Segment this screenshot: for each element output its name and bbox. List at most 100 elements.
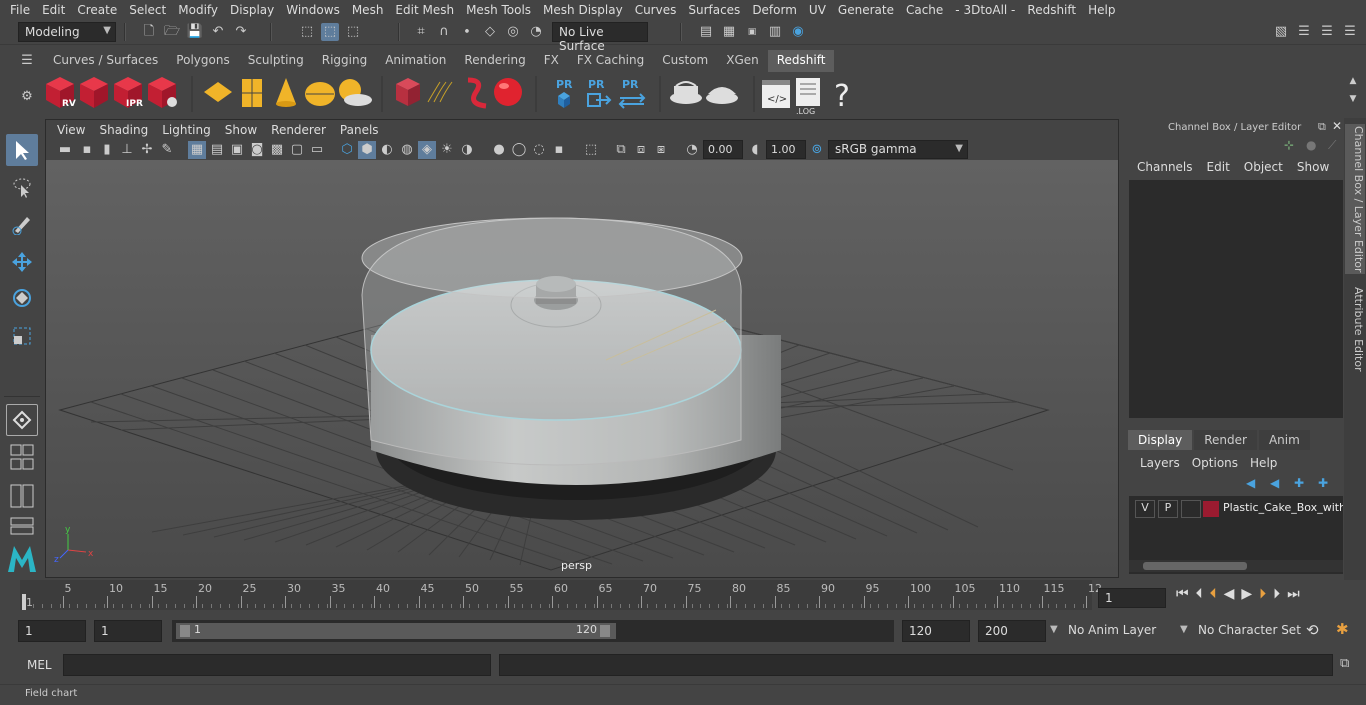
xray-components-icon[interactable]: ⧆	[652, 141, 670, 159]
channel-menu-edit[interactable]: Edit	[1200, 160, 1237, 174]
xray-joints-icon[interactable]: ⧈	[632, 141, 650, 159]
time-slider[interactable]: 1 5 10 15 20 25 30 35 40 45 50 55 60 65 70 75 80 85 90 95 10…	[0, 580, 1366, 616]
animation-preferences-icon[interactable]: ✱	[1336, 620, 1349, 638]
modeling-toolkit-icon[interactable]: ▧	[1272, 23, 1290, 41]
channel-menu-show[interactable]: Show	[1290, 160, 1336, 174]
help-question-icon[interactable]: ?	[834, 79, 850, 114]
panel-menu-shading[interactable]: Shading	[92, 123, 155, 137]
tab-channel-box[interactable]: Channel Box / Layer Editor	[1345, 124, 1365, 274]
chevron-down-icon[interactable]: ▼	[1050, 624, 1058, 635]
step-forward-frame-icon[interactable]: ⏵	[1259, 586, 1266, 602]
snap-grid-icon[interactable]: ⌗	[412, 23, 430, 41]
attribute-editor-toggle-icon[interactable]: ☰	[1295, 23, 1313, 41]
menu-windows[interactable]: Windows	[280, 3, 346, 17]
render-current-frame-icon[interactable]: ▦	[720, 23, 738, 41]
shelf-menu-icon[interactable]: ☰	[18, 52, 36, 70]
chevron-down-icon[interactable]: ▼	[1180, 624, 1188, 635]
tab-rendering[interactable]: Rendering	[455, 50, 535, 72]
post-render-cube-icon[interactable]	[558, 92, 570, 108]
channel-list[interactable]	[1129, 180, 1343, 418]
snap-view-plane-icon[interactable]: ◇	[481, 23, 499, 41]
wireframe-icon[interactable]: ⬡	[338, 141, 356, 159]
log-file-icon[interactable]	[796, 78, 820, 106]
layer-name[interactable]: Plastic_Cake_Box_with	[1223, 501, 1343, 514]
wireframe-on-shaded-icon[interactable]: ◈	[418, 141, 436, 159]
float-panel-icon[interactable]: ⧉	[1318, 120, 1326, 134]
pin-icon[interactable]: ⟋	[1328, 138, 1336, 153]
menu-cache[interactable]: Cache	[900, 3, 949, 17]
step-back-frame-icon[interactable]: ⏴	[1210, 586, 1217, 602]
screen-space-ao-icon[interactable]: ●	[490, 141, 508, 159]
menu-mesh-display[interactable]: Mesh Display	[537, 3, 629, 17]
viewport-3d[interactable]: x y z persp	[46, 160, 1118, 577]
anim-layer-label[interactable]: No Anim Layer	[1068, 623, 1156, 637]
rs-sphere-icon[interactable]	[494, 78, 522, 106]
menu-file[interactable]: File	[4, 3, 36, 17]
soft-select-icon[interactable]	[6, 404, 38, 436]
menu-create[interactable]: Create	[71, 3, 123, 17]
layer-menu-options[interactable]: Options	[1186, 456, 1244, 470]
layer-tab-anim[interactable]: Anim	[1258, 430, 1310, 450]
animation-end-field[interactable]: 200	[978, 620, 1046, 642]
redshift-render-icon[interactable]	[80, 77, 108, 108]
menu-surfaces[interactable]: Surfaces	[682, 3, 746, 17]
step-forward-key-icon[interactable]: ⏵	[1273, 586, 1280, 602]
auto-key-icon[interactable]: ⟲	[1306, 621, 1319, 639]
xray-icon[interactable]: ⧉	[612, 141, 630, 159]
grease-pencil-icon[interactable]: ✎	[158, 141, 176, 159]
rotate-tool-icon[interactable]	[6, 282, 38, 314]
hypershade-icon[interactable]: ◉	[789, 23, 807, 41]
rs-proxy-icon[interactable]	[396, 78, 420, 106]
command-input[interactable]	[63, 654, 491, 676]
field-chart-icon[interactable]: ▩	[268, 141, 286, 159]
live-surface-field[interactable]: No Live Surface	[552, 22, 648, 53]
play-backward-icon[interactable]: ◀	[1224, 586, 1235, 602]
axis-gizmo-icon[interactable]: ⊹	[1284, 138, 1294, 152]
render-settings-icon[interactable]: ▤	[697, 23, 715, 41]
move-tool-icon[interactable]	[6, 246, 38, 278]
menu-mesh[interactable]: Mesh	[346, 3, 390, 17]
tab-fx-caching[interactable]: FX Caching	[567, 50, 654, 72]
menu-select[interactable]: Select	[123, 3, 172, 17]
menu-uv[interactable]: UV	[803, 3, 832, 17]
panel-menu-view[interactable]: View	[50, 123, 92, 137]
mode-selector[interactable]: Modeling ▼	[18, 22, 116, 42]
layer-color-swatch[interactable]	[1203, 501, 1219, 517]
snap-live-icon[interactable]: ◔	[527, 23, 545, 41]
safe-action-icon[interactable]: ▢	[288, 141, 306, 159]
shadows-icon[interactable]: ◑	[458, 141, 476, 159]
new-scene-icon[interactable]: 🗋	[140, 23, 158, 41]
open-scene-icon[interactable]: 🗁	[163, 23, 181, 41]
menu-edit-mesh[interactable]: Edit Mesh	[389, 3, 460, 17]
tab-polygons[interactable]: Polygons	[167, 50, 239, 72]
step-back-key-icon[interactable]: ⏴	[1196, 586, 1203, 602]
smooth-shade-icon[interactable]: ⬢	[358, 141, 376, 159]
move-layer-up-icon[interactable]: ◀	[1246, 476, 1255, 490]
exposure-icon[interactable]: ◔	[683, 141, 701, 159]
menu-generate[interactable]: Generate	[832, 3, 900, 17]
gamma-field[interactable]: 1.00	[766, 140, 806, 159]
current-frame-field[interactable]: 1	[1098, 588, 1166, 608]
textured-icon[interactable]: ◍	[398, 141, 416, 159]
new-layer-icon[interactable]: ✚	[1294, 476, 1304, 490]
rs-area-light-icon[interactable]	[204, 82, 232, 102]
snap-surface-icon[interactable]: ◎	[504, 23, 522, 41]
layer-menu-help[interactable]: Help	[1244, 456, 1283, 470]
layer-tab-display[interactable]: Display	[1128, 430, 1193, 450]
anti-aliasing-icon[interactable]: ◌	[530, 141, 548, 159]
depth-of-field-icon[interactable]: ▪	[550, 141, 568, 159]
select-object-icon[interactable]: ⬚	[321, 23, 339, 41]
safe-title-icon[interactable]: ▭	[308, 141, 326, 159]
menu-display[interactable]: Display	[224, 3, 280, 17]
undo-icon[interactable]: ↶	[209, 23, 227, 41]
script-editor-icon[interactable]: </>	[762, 80, 790, 108]
2d-pan-zoom-icon[interactable]: ✢	[138, 141, 156, 159]
layer-row[interactable]: V P Plastic_Cake_Box_with	[1133, 500, 1343, 520]
animation-start-field[interactable]: 1	[18, 620, 86, 642]
rs-hair-icon[interactable]	[427, 81, 453, 103]
play-forward-icon[interactable]: ▶	[1241, 586, 1252, 602]
render-view-icon[interactable]: ▥	[766, 23, 784, 41]
move-layer-down-icon[interactable]: ◀	[1270, 476, 1279, 490]
layer-menu-layers[interactable]: Layers	[1134, 456, 1186, 470]
bookmark-icon[interactable]: ▮	[98, 141, 116, 159]
